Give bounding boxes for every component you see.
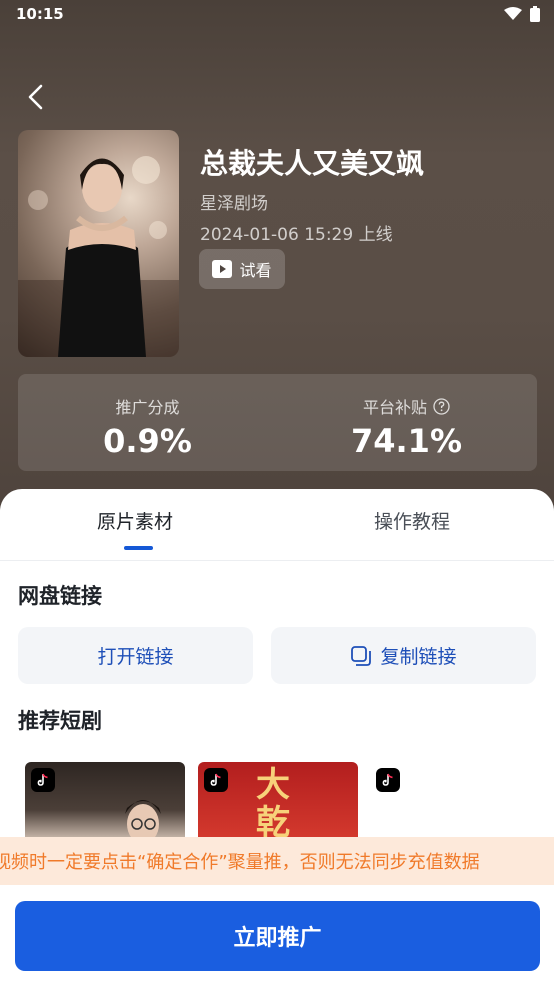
copy-link-label: 复制链接 [380,646,457,668]
promo-share-value: 0.9% [103,422,192,460]
stats-panel: 推广分成 0.9% 平台补贴 74.1% [18,374,537,471]
promo-share-label: 推广分成 [115,398,180,417]
promote-now-label: 立即推广 [233,926,322,951]
recommend-card-1[interactable] [25,762,185,842]
tiktok-icon [376,768,400,792]
copy-link-button[interactable]: 复制链接 [271,627,536,684]
tiktok-icon [204,768,228,792]
tab-bar: 原片素材 操作教程 [0,489,554,561]
open-link-label: 打开链接 [97,646,174,668]
play-icon [212,260,233,278]
status-icons [504,6,540,22]
active-tab-indicator [124,546,153,550]
preview-label: 试看 [239,261,272,280]
drama-release-date: 2024-01-06 15:29 上线 [200,225,393,245]
back-button[interactable] [22,82,52,112]
drama-poster [18,130,179,357]
subsidy-stat: 平台补贴 74.1% [277,394,536,460]
recommend-card-2-overlay: 大乾 [256,765,291,842]
notice-text: 视频时一定要点击“确定合作”聚量推，否则无法同步充值数据 [0,852,480,873]
promote-now-button[interactable]: 立即推广 [15,901,540,971]
subsidy-value: 74.1% [350,422,462,460]
chevron-left-icon [28,84,43,110]
promo-share-stat: 推广分成 0.9% [18,394,277,460]
preview-button[interactable]: 试看 [199,249,285,289]
recommend-section-title: 推荐短剧 [18,709,102,733]
status-bar: 10:15 [0,0,554,30]
wifi-icon [504,7,522,20]
recommend-card-2[interactable]: 大乾 [198,762,358,842]
netdisk-section-title: 网盘链接 [18,584,102,608]
drama-title: 总裁夫人又美又飒 [200,147,425,180]
copy-icon [351,645,372,666]
drama-studio: 星泽剧场 [200,194,268,214]
tiktok-icon [31,768,55,792]
subsidy-label: 平台补贴 [362,398,427,417]
notice-banner: 视频时一定要点击“确定合作”聚量推，否则无法同步充值数据 [0,837,554,885]
open-link-button[interactable]: 打开链接 [18,627,253,684]
recommend-card-3[interactable] [370,762,530,842]
help-icon[interactable] [433,397,450,415]
tab-tutorial[interactable]: 操作教程 [374,507,450,534]
battery-icon [530,6,540,22]
tab-source-material[interactable]: 原片素材 [97,507,173,534]
status-time: 10:15 [16,5,64,23]
